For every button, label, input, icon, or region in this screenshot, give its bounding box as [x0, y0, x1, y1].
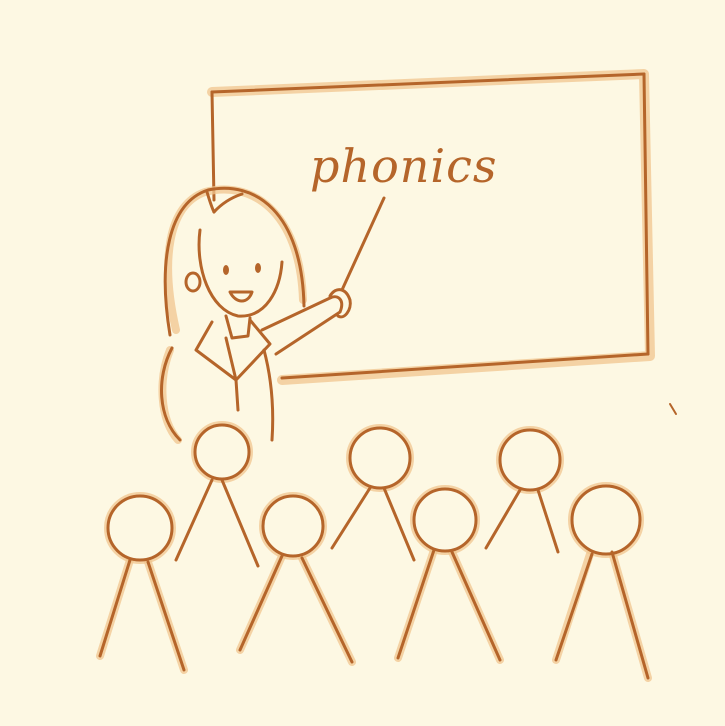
pointer-stick — [340, 196, 386, 292]
student-front-1 — [96, 492, 188, 674]
student-back-middle — [330, 424, 416, 562]
student-front-2 — [236, 492, 356, 666]
teacher — [158, 185, 386, 444]
teacher-right-eye — [255, 263, 261, 273]
teacher-left-eye — [223, 265, 229, 275]
classroom-illustration: phonics — [96, 69, 677, 682]
blackboard-word: phonics — [310, 139, 497, 193]
student-front-3 — [394, 485, 504, 664]
student-back-left — [174, 421, 260, 568]
students — [96, 421, 652, 682]
stray-mark — [669, 403, 677, 415]
student-back-right — [484, 426, 564, 554]
blackboard: phonics — [207, 69, 655, 385]
student-front-4 — [552, 482, 652, 682]
